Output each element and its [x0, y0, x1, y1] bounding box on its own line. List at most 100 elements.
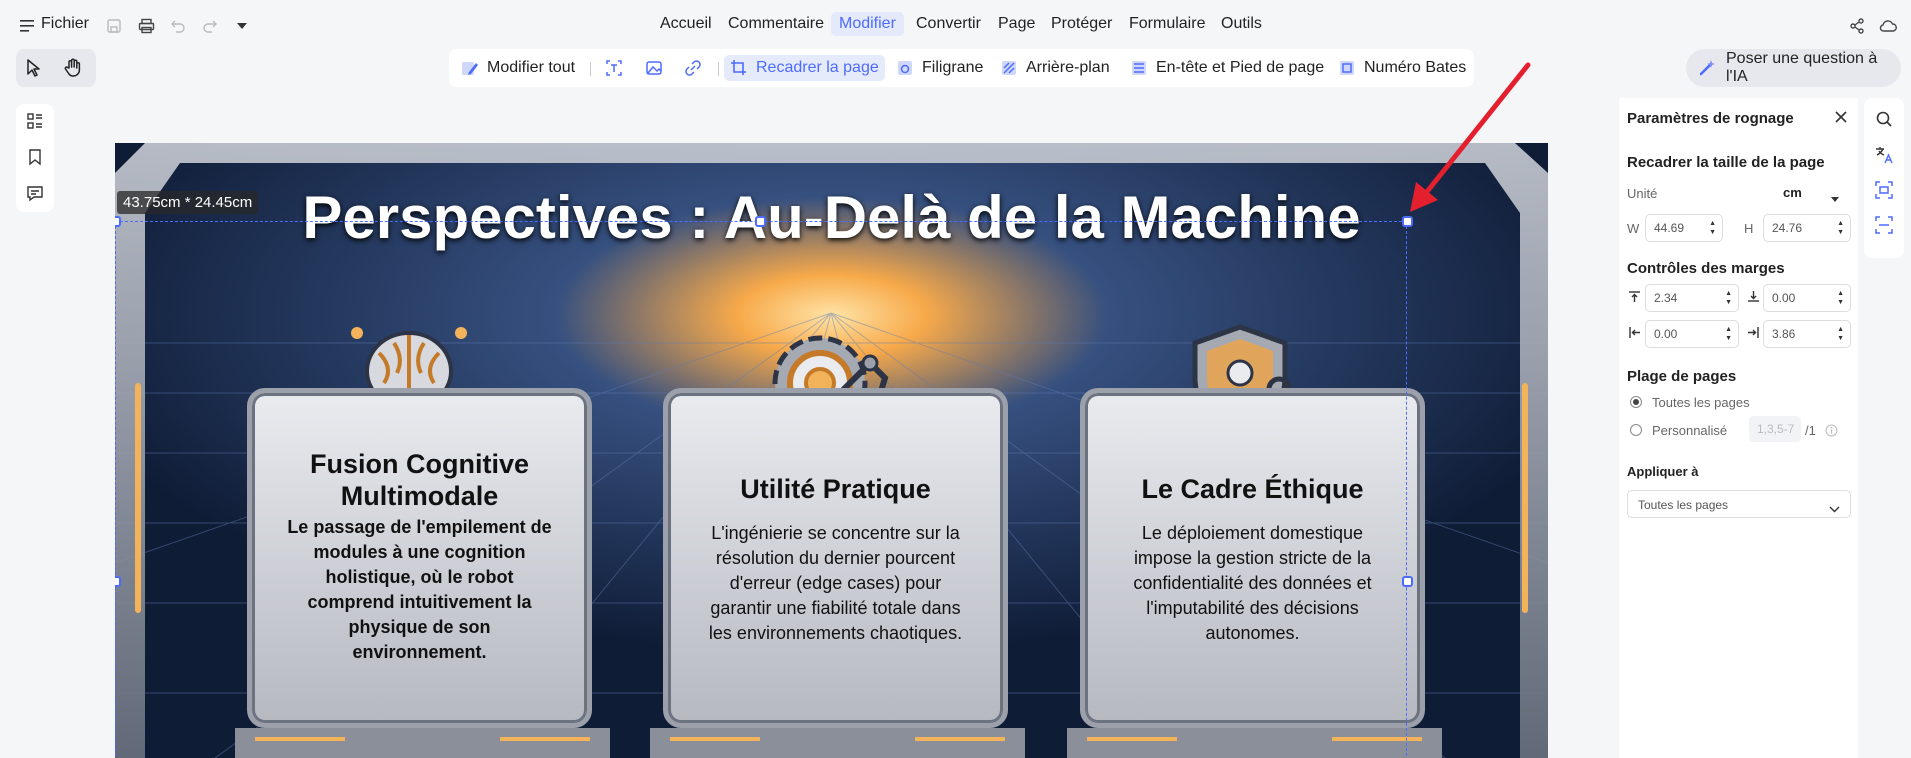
ask-ai-button[interactable]: Poser une question à l'IA [1686, 49, 1901, 87]
translate-icon[interactable] [1874, 145, 1894, 170]
unit-label: Unité [1627, 186, 1658, 201]
background-button[interactable]: Arrière-plan [1000, 55, 1110, 81]
margin-top-value: 2.34 [1654, 291, 1678, 305]
file-menu[interactable]: Fichier [41, 15, 89, 33]
hamburger-icon[interactable] [20, 19, 34, 32]
quick-access-dropdown-icon[interactable] [232, 16, 252, 36]
chevron-down-icon [1829, 500, 1840, 518]
margin-bottom-icon [1747, 290, 1760, 308]
header-footer-label: En-tête et Pied de page [1156, 59, 1325, 76]
comments-icon[interactable] [26, 184, 44, 207]
margin-right-icon [1747, 326, 1760, 344]
ocr-icon[interactable] [1874, 180, 1894, 205]
crop-dimension-readout: 43.75cm * 24.45cm [117, 191, 259, 214]
edit-ribbon: Modifier tout Recadrer la page Filigrane… [449, 49, 1474, 87]
all-pages-label: Toutes les pages [1652, 395, 1750, 410]
menu-modifier[interactable]: Modifier [831, 12, 904, 36]
margin-top-icon [1628, 290, 1641, 308]
undo-icon[interactable] [168, 16, 188, 36]
apply-to-select[interactable]: Toutes les pages [1627, 490, 1851, 518]
crop-selection-box[interactable] [115, 221, 1407, 758]
search-icon[interactable] [1875, 110, 1893, 133]
page-total-label: /1 [1805, 423, 1816, 438]
header-footer-button[interactable]: En-tête et Pied de page [1130, 55, 1324, 81]
scan-icon[interactable] [1874, 215, 1894, 240]
stepper-arrows-icon[interactable]: ▲ ▼ [1837, 289, 1844, 307]
radio-custom-pages[interactable] [1630, 424, 1642, 436]
panel-title: Paramètres de rognage [1627, 110, 1794, 127]
left-panel-rail [16, 104, 54, 212]
crop-settings-panel: Paramètres de rognage Recadrer la taille… [1619, 98, 1858, 758]
height-field[interactable]: 24.76 ▲ ▼ [1763, 214, 1851, 242]
ribbon-separator [718, 62, 719, 76]
edit-all-button[interactable]: Modifier tout [461, 55, 575, 81]
section-margins: Contrôles des marges [1627, 260, 1785, 277]
ribbon-separator [590, 62, 591, 76]
select-tool-icon[interactable] [26, 59, 42, 82]
hand-tool-icon[interactable] [64, 58, 82, 83]
thumbnails-icon[interactable] [26, 112, 44, 135]
margin-left-field[interactable]: 0.00 ▲ ▼ [1645, 320, 1739, 348]
info-icon[interactable] [1825, 424, 1838, 442]
unit-value: cm [1783, 185, 1802, 200]
height-label: H [1744, 221, 1754, 236]
document-canvas[interactable]: Perspectives : Au-Delà de la Machine Fus… [115, 143, 1548, 758]
custom-pages-placeholder: 1,3,5-7 [1757, 422, 1795, 436]
save-icon[interactable] [104, 16, 124, 36]
bookmark-icon[interactable] [26, 148, 44, 171]
apply-to-value: Toutes les pages [1638, 498, 1729, 512]
margin-left-icon [1628, 326, 1641, 344]
crop-page-button[interactable]: Recadrer la page [724, 55, 885, 81]
menu-convertir[interactable]: Convertir [916, 15, 981, 33]
unit-select[interactable]: cm [1769, 184, 1849, 204]
menu-outils[interactable]: Outils [1221, 15, 1262, 33]
crop-handle-middle-left[interactable] [115, 576, 121, 587]
crop-handle-top-left[interactable] [115, 216, 121, 227]
background-label: Arrière-plan [1026, 59, 1110, 76]
share-icon[interactable] [1847, 16, 1867, 36]
margin-bottom-field[interactable]: 0.00 ▲ ▼ [1763, 284, 1851, 312]
stepper-arrows-icon[interactable]: ▲ ▼ [1837, 325, 1844, 343]
section-apply-to: Appliquer à [1627, 464, 1699, 479]
margin-left-value: 0.00 [1654, 327, 1678, 341]
height-value: 24.76 [1772, 221, 1803, 235]
menu-page[interactable]: Page [998, 15, 1035, 33]
edit-text-icon[interactable] [605, 55, 631, 81]
annotation-arrow [1410, 62, 1531, 212]
tool-switcher [16, 49, 96, 87]
stepper-arrows-icon[interactable]: ▲ ▼ [1709, 219, 1716, 237]
redo-icon[interactable] [200, 16, 220, 36]
crop-handle-top-middle[interactable] [755, 216, 766, 227]
cloud-icon[interactable] [1878, 16, 1898, 36]
crop-handle-middle-right[interactable] [1402, 576, 1413, 587]
edit-all-label: Modifier tout [487, 59, 576, 76]
radio-all-pages[interactable] [1630, 396, 1642, 408]
margin-bottom-value: 0.00 [1772, 291, 1796, 305]
margin-right-value: 3.86 [1772, 327, 1796, 341]
stepper-arrows-icon[interactable]: ▲ ▼ [1725, 289, 1732, 307]
stepper-arrows-icon[interactable]: ▲ ▼ [1837, 219, 1844, 237]
custom-pages-input[interactable]: 1,3,5-7 [1749, 416, 1801, 442]
section-page-range: Plage de pages [1627, 368, 1737, 385]
stepper-arrows-icon[interactable]: ▲ ▼ [1725, 325, 1732, 343]
menu-proteger[interactable]: Protéger [1051, 15, 1112, 33]
menu-bar: Fichier Accueil Commentaire Modifier Con… [0, 0, 1911, 50]
ask-ai-label: Poser une question à l'IA [1726, 50, 1878, 85]
width-field[interactable]: 44.69 ▲ ▼ [1645, 214, 1723, 242]
margin-top-field[interactable]: 2.34 ▲ ▼ [1645, 284, 1739, 312]
margin-right-field[interactable]: 3.86 ▲ ▼ [1763, 320, 1851, 348]
right-tool-rail [1864, 98, 1904, 258]
chevron-down-icon [1831, 190, 1839, 205]
menu-accueil[interactable]: Accueil [660, 15, 712, 33]
print-icon[interactable] [136, 16, 156, 36]
watermark-button[interactable]: Filigrane [896, 55, 983, 81]
custom-pages-label: Personnalisé [1652, 423, 1728, 438]
menu-commentaire[interactable]: Commentaire [728, 15, 824, 33]
close-icon[interactable] [1834, 110, 1848, 129]
section-page-size: Recadrer la taille de la page [1627, 154, 1825, 171]
edit-image-icon[interactable] [645, 55, 671, 81]
watermark-label: Filigrane [922, 59, 984, 76]
edit-link-icon[interactable] [684, 55, 710, 81]
menu-formulaire[interactable]: Formulaire [1129, 15, 1205, 33]
width-label: W [1627, 221, 1640, 236]
